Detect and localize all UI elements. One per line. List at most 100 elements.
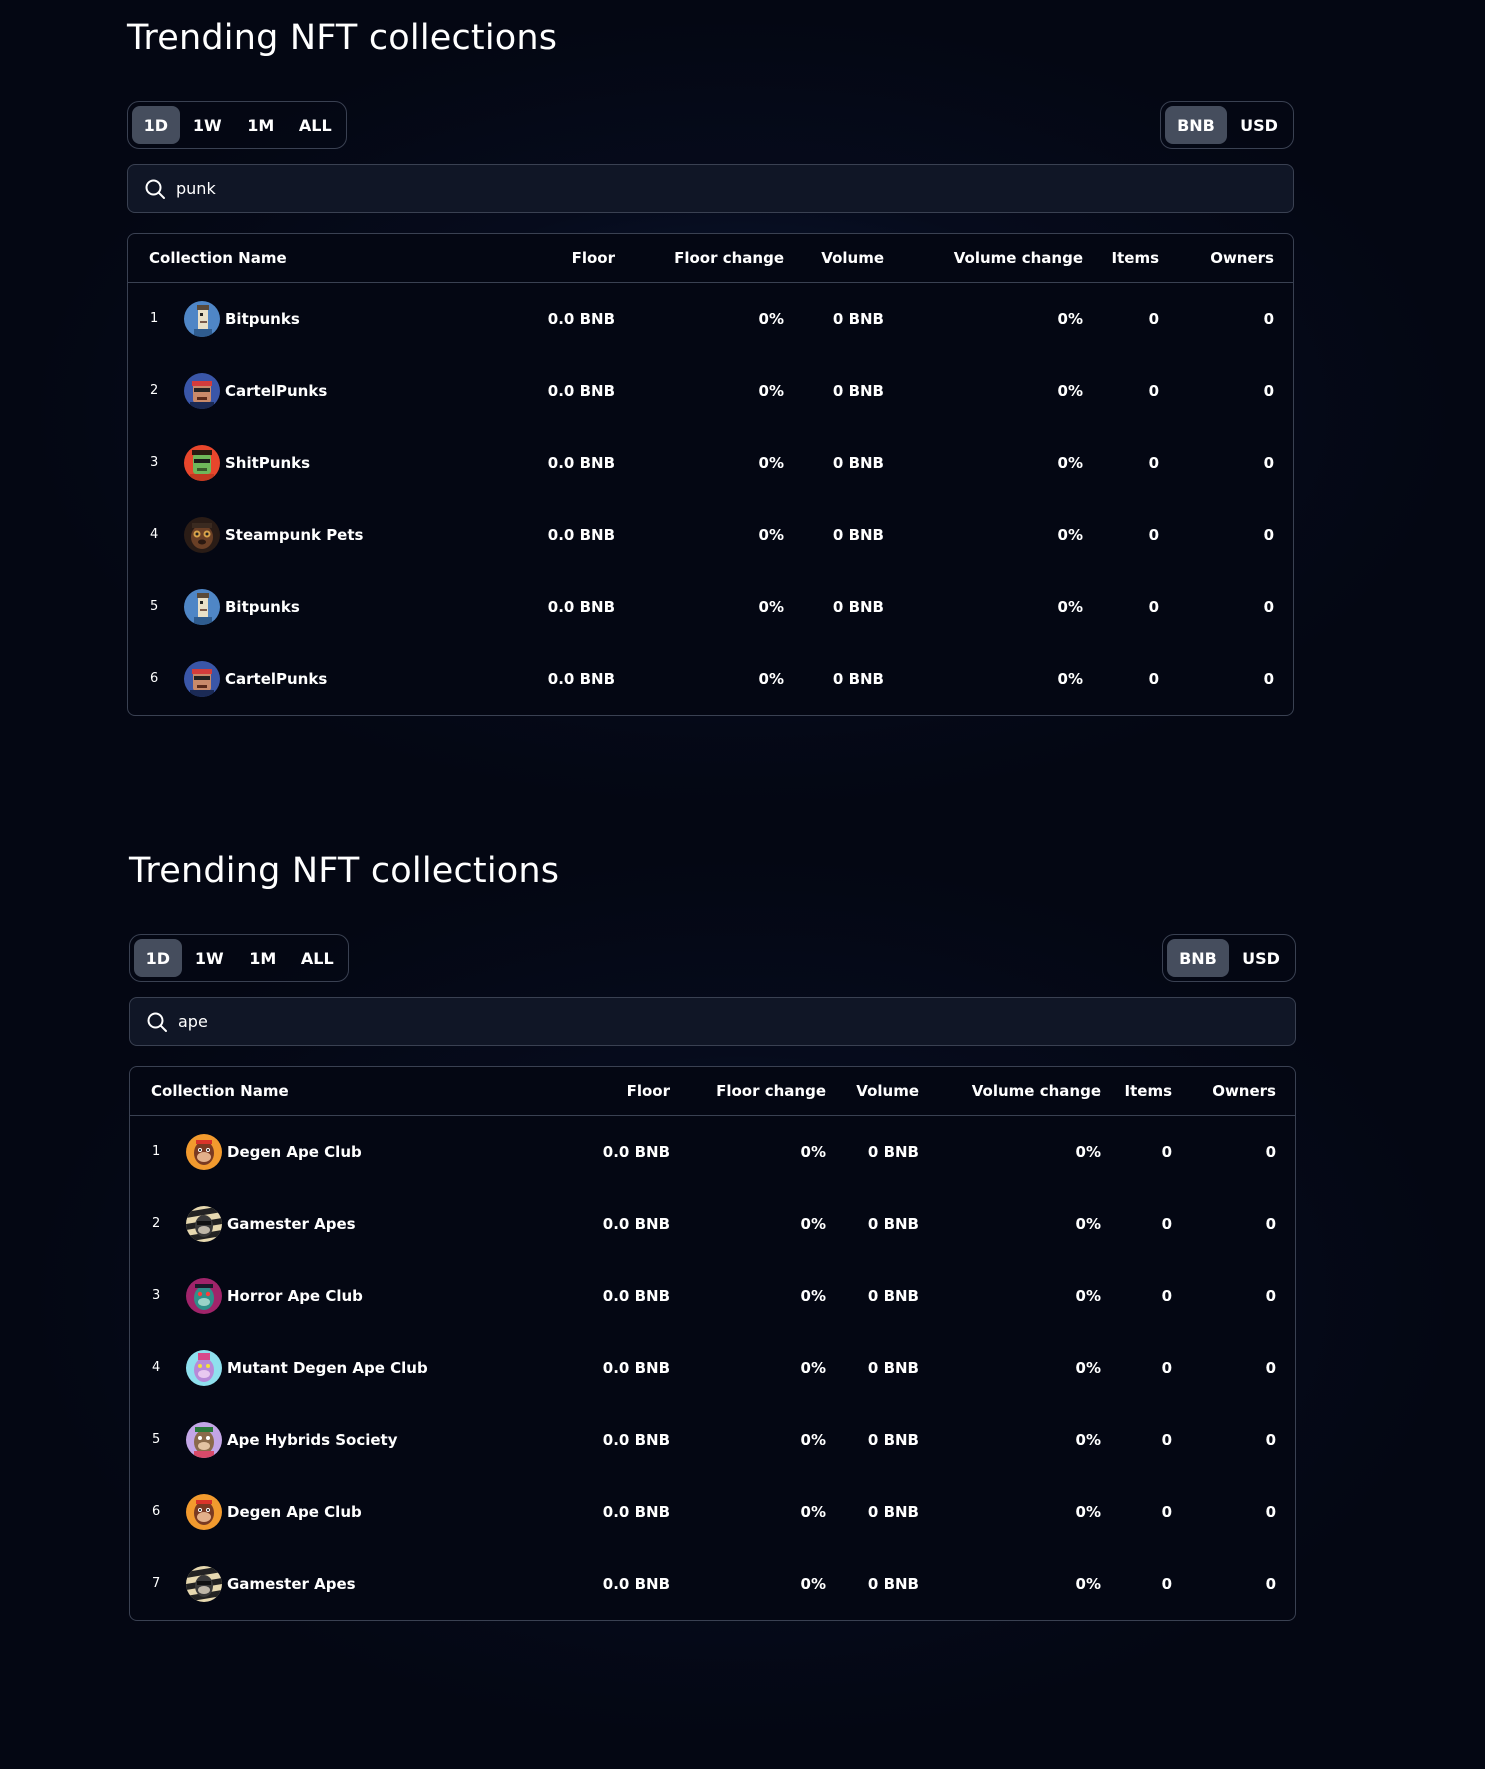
floor-value: 0.0 BNB [602,1431,670,1449]
page-title: Trending NFT collections [127,18,558,58]
column-header-items[interactable]: Items [1125,1067,1172,1115]
volume-change-value: 0% [1057,382,1083,400]
time-filter-all[interactable]: ALL [289,106,342,144]
table-row[interactable]: 7 Gamester Apes 0.0 BNB 0% 0 BNB 0% 0 0 [130,1548,1295,1620]
table-row[interactable]: 6 CartelPunks 0.0 BNB 0% 0 BNB 0% 0 0 [128,643,1293,715]
currency-filter-usd[interactable]: USD [1231,939,1291,977]
collection-name[interactable]: CartelPunks [225,355,327,427]
volume-value: 0 BNB [867,1287,919,1305]
table-row[interactable]: 3 Horror Ape Club 0.0 BNB 0% 0 BNB 0% 0 0 [130,1260,1295,1332]
time-filter-all[interactable]: ALL [291,939,344,977]
volume-value: 0 BNB [867,1503,919,1521]
collection-name[interactable]: Degen Ape Club [227,1476,362,1548]
search-input[interactable] [178,1006,1295,1037]
column-header-floor-change[interactable]: Floor change [674,234,784,282]
volume-change-value: 0% [1075,1503,1101,1521]
floor-change-value: 0% [758,382,784,400]
column-header-items[interactable]: Items [1112,234,1159,282]
column-header-volume-change[interactable]: Volume change [954,234,1083,282]
collection-avatar [184,517,220,553]
owners-value: 0 [1265,1287,1276,1305]
table-row[interactable]: 2 Gamester Apes 0.0 BNB 0% 0 BNB 0% 0 0 [130,1188,1295,1260]
owners-value: 0 [1265,1503,1276,1521]
floor-value: 0.0 BNB [602,1287,670,1305]
floor-change-value: 0% [800,1431,826,1449]
owners-value: 0 [1265,1143,1276,1161]
time-filter-1w[interactable]: 1W [184,939,236,977]
table-row[interactable]: 4 Mutant Degen Ape Club 0.0 BNB 0% 0 BNB 0% 0 0 [130,1332,1295,1404]
collection-name[interactable]: Bitpunks [225,283,300,355]
row-rank: 5 [150,599,159,614]
column-header-name[interactable]: Collection Name [149,234,287,282]
column-header-volume[interactable]: Volume [821,234,884,282]
collection-name[interactable]: CartelPunks [225,643,327,715]
table-row[interactable]: 5 Ape Hybrids Society 0.0 BNB 0% 0 BNB 0% 0 0 [130,1404,1295,1476]
column-header-floor-change[interactable]: Floor change [716,1067,826,1115]
time-filter-1d[interactable]: 1D [132,106,180,144]
floor-change-value: 0% [758,526,784,544]
items-value: 0 [1148,598,1159,616]
time-filter-1w[interactable]: 1W [182,106,234,144]
collection-name[interactable]: Steampunk Pets [225,499,363,571]
items-value: 0 [1161,1287,1172,1305]
currency-filter-bnb[interactable]: BNB [1167,939,1229,977]
items-value: 0 [1161,1215,1172,1233]
table-body: 1 Bitpunks 0.0 BNB 0% 0 BNB 0% 0 0 2 CartelPunks 0… [128,283,1293,715]
collection-avatar [186,1494,222,1530]
floor-value: 0.0 BNB [547,526,615,544]
search-input[interactable] [176,173,1293,204]
column-header-floor[interactable]: Floor [572,234,615,282]
items-value: 0 [1148,670,1159,688]
time-filter-1m[interactable]: 1M [237,939,289,977]
table-row[interactable]: 4 Steampunk Pets 0.0 BNB 0% 0 BNB 0% 0 0 [128,499,1293,571]
time-filter-group: 1D 1W 1M ALL [127,101,347,149]
table-row[interactable]: 1 Bitpunks 0.0 BNB 0% 0 BNB 0% 0 0 [128,283,1293,355]
owners-value: 0 [1265,1359,1276,1377]
row-rank: 2 [152,1216,161,1231]
row-rank: 4 [152,1360,161,1375]
collection-avatar [184,589,220,625]
owners-value: 0 [1265,1215,1276,1233]
table-row[interactable]: 6 Degen Ape Club 0.0 BNB 0% 0 BNB 0% 0 0 [130,1476,1295,1548]
floor-value: 0.0 BNB [547,382,615,400]
collection-name[interactable]: Gamester Apes [227,1188,356,1260]
column-header-volume-change[interactable]: Volume change [972,1067,1101,1115]
floor-change-value: 0% [800,1503,826,1521]
column-header-volume[interactable]: Volume [856,1067,919,1115]
collection-name[interactable]: ShitPunks [225,427,310,499]
volume-value: 0 BNB [832,454,884,472]
time-filter-1m[interactable]: 1M [235,106,287,144]
collection-avatar [184,661,220,697]
volume-change-value: 0% [1075,1143,1101,1161]
collection-name[interactable]: Horror Ape Club [227,1260,363,1332]
volume-value: 0 BNB [867,1143,919,1161]
collection-name[interactable]: Gamester Apes [227,1548,356,1620]
column-header-owners[interactable]: Owners [1210,234,1274,282]
column-header-name[interactable]: Collection Name [151,1067,289,1115]
table-header: Collection Name Floor Floor change Volum… [130,1067,1295,1116]
time-filter-1d[interactable]: 1D [134,939,182,977]
collection-name[interactable]: Mutant Degen Ape Club [227,1332,428,1404]
collection-avatar [184,301,220,337]
volume-change-value: 0% [1057,598,1083,616]
volume-change-value: 0% [1075,1575,1101,1593]
collection-name[interactable]: Bitpunks [225,571,300,643]
items-value: 0 [1161,1359,1172,1377]
floor-value: 0.0 BNB [547,310,615,328]
table-row[interactable]: 5 Bitpunks 0.0 BNB 0% 0 BNB 0% 0 0 [128,571,1293,643]
volume-change-value: 0% [1057,670,1083,688]
collection-avatar [184,445,220,481]
collection-name[interactable]: Degen Ape Club [227,1116,362,1188]
column-header-floor[interactable]: Floor [627,1067,670,1115]
row-rank: 1 [152,1144,161,1159]
table-row[interactable]: 1 Degen Ape Club 0.0 BNB 0% 0 BNB 0% 0 0 [130,1116,1295,1188]
floor-change-value: 0% [800,1575,826,1593]
collection-name[interactable]: Ape Hybrids Society [227,1404,398,1476]
currency-filter-usd[interactable]: USD [1229,106,1289,144]
column-header-owners[interactable]: Owners [1212,1067,1276,1115]
currency-filter-bnb[interactable]: BNB [1165,106,1227,144]
currency-filter-group: BNB USD [1160,101,1294,149]
table-row[interactable]: 2 CartelPunks 0.0 BNB 0% 0 BNB 0% 0 0 [128,355,1293,427]
volume-change-value: 0% [1057,310,1083,328]
table-row[interactable]: 3 ShitPunks 0.0 BNB 0% 0 BNB 0% 0 0 [128,427,1293,499]
